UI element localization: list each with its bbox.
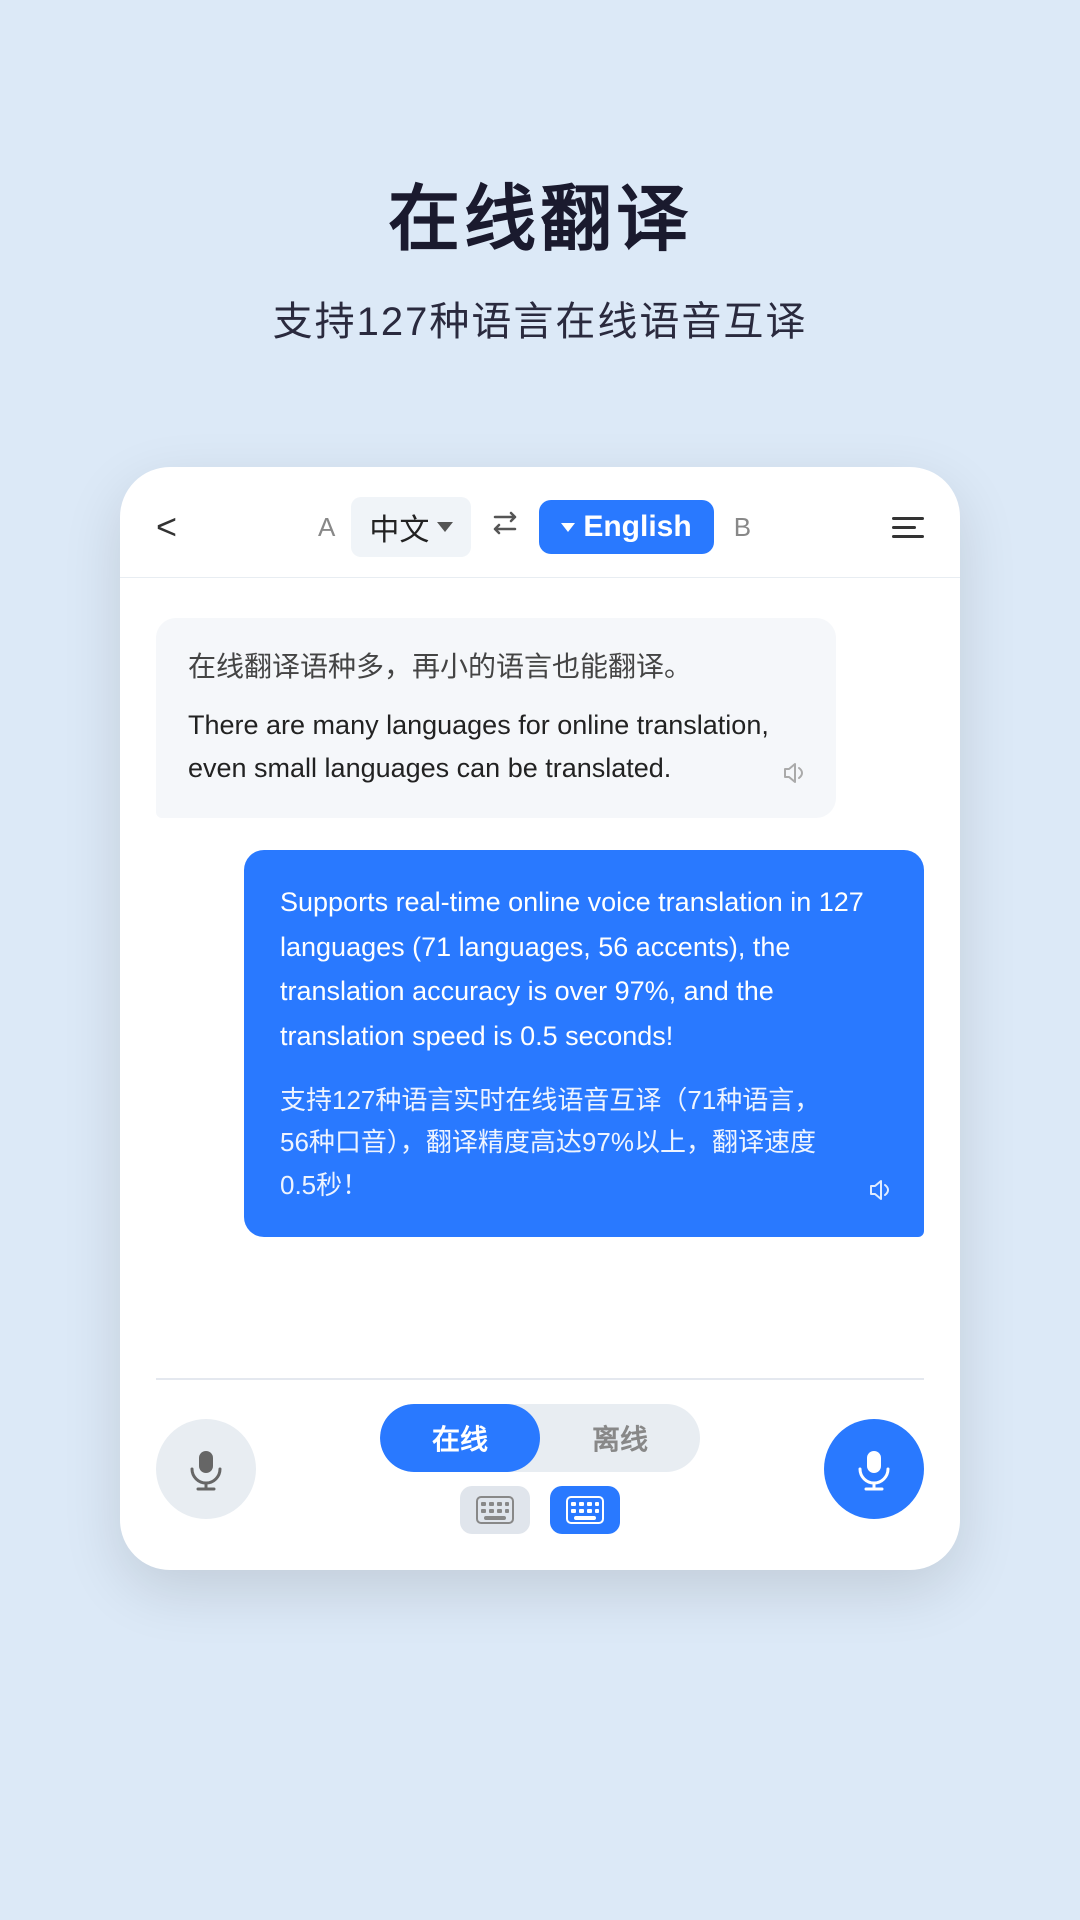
speaker-icon-right[interactable] — [866, 1176, 894, 1211]
mode-toggle-section: 在线 离线 — [276, 1404, 804, 1534]
nav-bar: < A 中文 English B — [120, 467, 960, 578]
source-language-chevron-icon — [437, 522, 453, 532]
source-language-selector[interactable]: 中文 — [351, 497, 471, 557]
lang-b-indicator: B — [734, 512, 751, 543]
header-section: 在线翻译 支持127种语言在线语音互译 — [0, 0, 1080, 407]
sent-text-chinese: 支持127种语言实时在线语音互译（71种语言，56种口音），翻译精度高达97%以… — [280, 1079, 888, 1208]
target-language-chevron-icon — [561, 523, 575, 532]
received-message-bubble: 在线翻译语种多，再小的语言也能翻译。 There are many langua… — [156, 618, 836, 818]
speaker-icon[interactable] — [780, 759, 808, 794]
chat-area: 在线翻译语种多，再小的语言也能翻译。 There are many langua… — [120, 578, 960, 1378]
target-language-label: English — [583, 510, 691, 544]
sent-text-english: Supports real-time online voice translat… — [280, 880, 888, 1058]
target-language-selector[interactable]: English — [539, 500, 713, 554]
online-mode-button[interactable]: 在线 — [380, 1404, 540, 1472]
translated-text: There are many languages for online tran… — [188, 704, 804, 790]
page-title: 在线翻译 — [60, 160, 1020, 265]
language-selector: A 中文 English B — [318, 497, 751, 557]
lang-a-indicator: A — [318, 512, 335, 543]
swap-languages-button[interactable] — [487, 505, 523, 549]
source-language-label: 中文 — [369, 505, 429, 549]
offline-mode-button[interactable]: 离线 — [540, 1404, 700, 1472]
menu-line-2 — [892, 526, 916, 529]
keyboard-blue-button[interactable] — [550, 1486, 620, 1534]
sent-message-bubble: Supports real-time online voice translat… — [244, 850, 924, 1237]
mic-right-button[interactable] — [824, 1419, 924, 1519]
original-text: 在线翻译语种多，再小的语言也能翻译。 — [188, 646, 804, 688]
menu-line-3 — [892, 535, 924, 538]
online-offline-toggle[interactable]: 在线 离线 — [380, 1404, 700, 1472]
phone-mockup: < A 中文 English B — [120, 467, 960, 1570]
menu-button[interactable] — [892, 517, 924, 538]
page-subtitle: 支持127种语言在线语音互译 — [60, 289, 1020, 347]
keyboard-row — [460, 1486, 620, 1534]
menu-line-1 — [892, 517, 924, 520]
back-button[interactable]: < — [156, 506, 177, 548]
keyboard-gray-button[interactable] — [460, 1486, 530, 1534]
mic-left-button[interactable] — [156, 1419, 256, 1519]
bottom-bar: 在线 离线 — [120, 1380, 960, 1570]
